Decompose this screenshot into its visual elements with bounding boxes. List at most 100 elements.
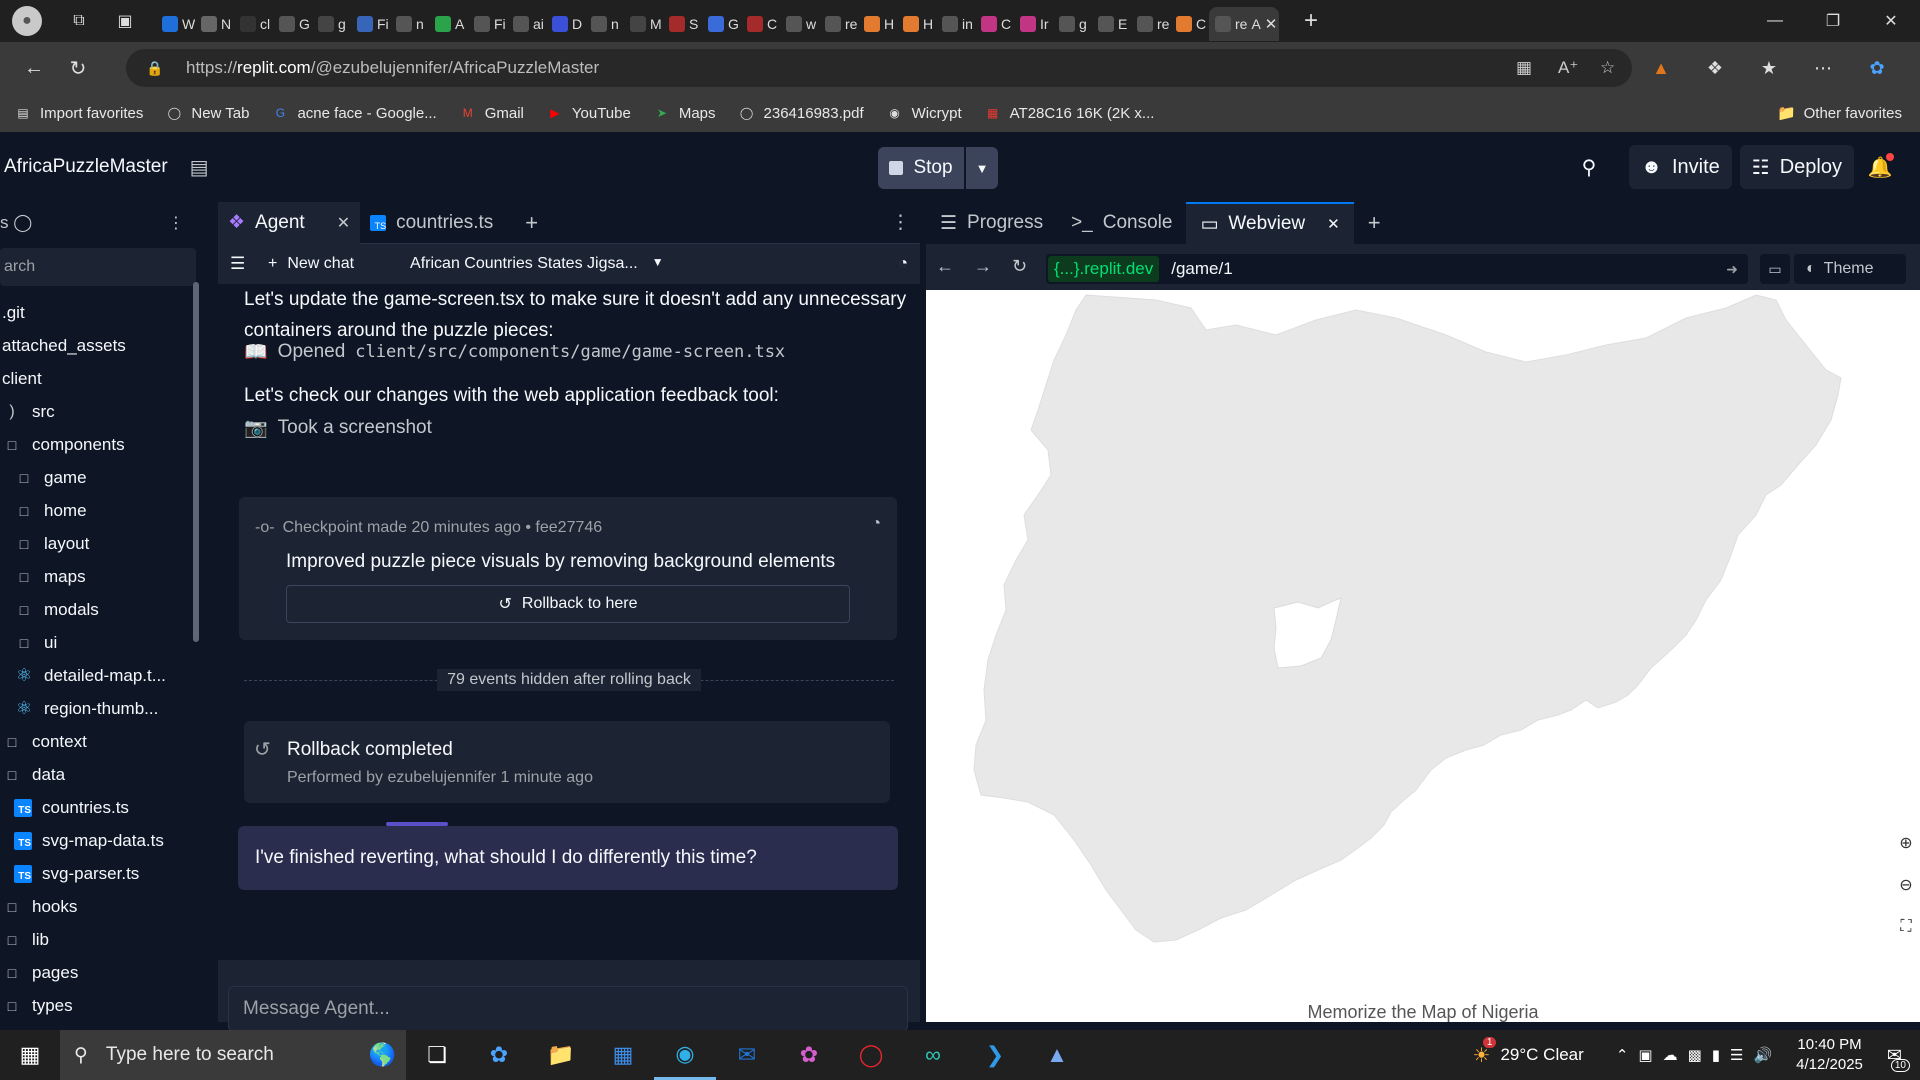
open-external-icon[interactable]: ➜ [1726, 261, 1738, 278]
volume-icon[interactable]: 🔊 [1753, 1046, 1772, 1064]
file-tree-item[interactable]: □ components [0, 428, 212, 461]
file-tree-item[interactable]: .git [0, 296, 212, 329]
bookmark-item[interactable]: ◯ New Tab [165, 104, 250, 122]
usage-gauge-icon[interactable]: ◔ [898, 255, 908, 273]
file-tree-item[interactable]: □ hooks [0, 890, 212, 923]
message-agent-input[interactable]: Message Agent... [228, 986, 908, 1032]
profile-avatar-icon[interactable]: ● [12, 6, 42, 36]
close-tab-icon[interactable]: ✕ [337, 213, 350, 233]
browser-tab[interactable]: N [195, 7, 234, 41]
display-icon[interactable]: ▩ [1688, 1046, 1702, 1064]
opera-icon[interactable]: ◯ [840, 1030, 902, 1080]
new-tab-button[interactable]: + [1291, 7, 1331, 35]
screenshot-action[interactable]: 📷 Took a screenshot [244, 416, 432, 440]
file-search-input[interactable]: arch [0, 248, 196, 286]
back-icon[interactable]: ← [16, 50, 52, 86]
bookmark-item[interactable]: ◉ Wicrypt [886, 104, 961, 122]
browser-tab[interactable]: S [663, 7, 702, 41]
search-icon[interactable]: ⚲ [1571, 149, 1607, 185]
file-explorer-icon[interactable]: 📁 [530, 1030, 592, 1080]
read-aloud-icon[interactable]: A⁺ [1558, 58, 1578, 78]
chevron-down-icon[interactable]: ▼ [966, 147, 998, 189]
browser-tab[interactable]: Ir [1014, 7, 1053, 41]
file-opened-action[interactable]: 📖 Opened client/src/components/game/game… [244, 340, 785, 364]
file-tree-item[interactable]: TS svg-parser.ts [0, 857, 212, 890]
reload-icon[interactable]: ↻ [60, 50, 96, 86]
browser-tab[interactable]: C [741, 7, 780, 41]
minimize-icon[interactable]: — [1746, 0, 1804, 42]
clock[interactable]: 10:40 PM 4/12/2025 [1796, 1035, 1863, 1075]
browser-tab[interactable]: re [1131, 7, 1170, 41]
copilot-icon[interactable]: ✿ [1864, 58, 1890, 79]
favorites-icon[interactable]: ★ [1756, 58, 1782, 79]
browser-tab[interactable]: M [624, 7, 663, 41]
zoom-out-icon[interactable]: ⊖ [1893, 872, 1919, 898]
close-window-icon[interactable]: ✕ [1862, 0, 1920, 42]
dev-domain[interactable]: {...}.replit.dev [1048, 256, 1160, 282]
file-tree-scrollbar[interactable] [193, 282, 199, 642]
deploy-button[interactable]: ☷ Deploy [1739, 145, 1854, 189]
forward-icon[interactable]: → [974, 256, 992, 277]
battery-icon[interactable]: ▮ [1712, 1046, 1720, 1064]
browser-tab[interactable]: g [312, 7, 351, 41]
browser-tab[interactable]: C [1170, 7, 1209, 41]
rollback-button[interactable]: ↺ Rollback to here [286, 585, 850, 623]
vertical-tabs-icon[interactable]: ▣ [114, 10, 136, 32]
bookmark-item[interactable]: ▤ Import favorites [14, 104, 143, 122]
browser-tab[interactable]: D [546, 7, 585, 41]
tray-app-icon[interactable]: ▣ [1638, 1046, 1652, 1064]
bookmark-item[interactable]: ◯ 236416983.pdf [738, 104, 864, 122]
browser-tab[interactable]: H [897, 7, 936, 41]
browser-tab[interactable]: G [273, 7, 312, 41]
file-tree-item[interactable]: □ data [0, 758, 212, 791]
file-tree-item[interactable]: ⚛ region-thumb... [0, 692, 212, 725]
file-tree-item[interactable]: □ lib [0, 923, 212, 956]
close-tab-icon[interactable]: ✕ [1327, 215, 1340, 233]
new-chat-button[interactable]: + New chat [268, 255, 354, 273]
bookmark-item[interactable]: ▶ YouTube [546, 104, 631, 122]
project-menu-icon[interactable]: ▤ [190, 155, 209, 180]
vscode-icon[interactable]: ❯ [964, 1030, 1026, 1080]
project-name[interactable]: AfricaPuzzleMaster [4, 156, 168, 178]
back-icon[interactable]: ← [936, 256, 954, 277]
chat-title-dropdown[interactable]: African Countries States Jigsa... ▼ [410, 255, 664, 273]
tab-console[interactable]: >_ Console [1057, 202, 1186, 244]
browser-tab[interactable]: in [936, 7, 975, 41]
tab-webview[interactable]: ▭ Webview ✕ [1186, 202, 1354, 244]
nigeria-map-outline[interactable] [973, 294, 1842, 943]
add-tab-button[interactable]: + [515, 202, 548, 244]
bookmark-item[interactable]: ➤ Maps [653, 104, 716, 122]
stop-button[interactable]: Stop [878, 147, 964, 189]
browser-tab[interactable]: C [975, 7, 1014, 41]
file-tree-item[interactable]: TS svg-map-data.ts [0, 824, 212, 857]
file-tree-item[interactable]: client [0, 362, 212, 395]
wifi-icon[interactable]: ☰ [1730, 1046, 1743, 1064]
browser-tab-active[interactable]: re A ✕ [1209, 7, 1279, 41]
zoom-in-icon[interactable]: ⊕ [1893, 830, 1919, 856]
browser-tab[interactable]: A [429, 7, 468, 41]
devtools-icon[interactable]: ▭ [1760, 254, 1790, 284]
file-tree-item[interactable]: □ game [0, 461, 212, 494]
other-favorites[interactable]: 📁 Other favorites [1777, 94, 1902, 132]
file-tree-item[interactable]: ⚛ detailed-map.t... [0, 659, 212, 692]
checkpoint-gauge-icon[interactable]: ◔ [871, 515, 881, 533]
file-tree-item[interactable]: □ types [0, 989, 212, 1022]
notification-bell-icon[interactable]: 🔔 [1862, 149, 1898, 185]
browser-tab[interactable]: Fi [468, 7, 507, 41]
notification-center-icon[interactable]: ✉ 10 [1887, 1045, 1910, 1072]
tab-countries-ts[interactable]: TS countries.ts [360, 202, 503, 244]
lock-icon[interactable]: 🔒 [146, 60, 168, 77]
file-tree-item[interactable]: □ context [0, 725, 212, 758]
hidden-events-label[interactable]: 79 events hidden after rolling back [437, 669, 701, 691]
browser-tab[interactable]: n [390, 7, 429, 41]
bookmark-item[interactable]: Gacne face - Google... [271, 104, 437, 122]
agent-tabs-menu-icon[interactable]: ⋮ [881, 202, 920, 244]
file-tree-item[interactable]: □ pages [0, 956, 212, 989]
metamask-icon[interactable]: ▲ [1648, 58, 1674, 79]
browser-tab[interactable]: E [1092, 7, 1131, 41]
reload-icon[interactable]: ↻ [1012, 256, 1027, 277]
file-tree-item[interactable]: □ layout [0, 527, 212, 560]
browser-tab[interactable]: w [780, 7, 819, 41]
app-a-icon[interactable]: ▲ [1026, 1030, 1088, 1080]
file-tree-item[interactable]: ) src [0, 395, 212, 428]
